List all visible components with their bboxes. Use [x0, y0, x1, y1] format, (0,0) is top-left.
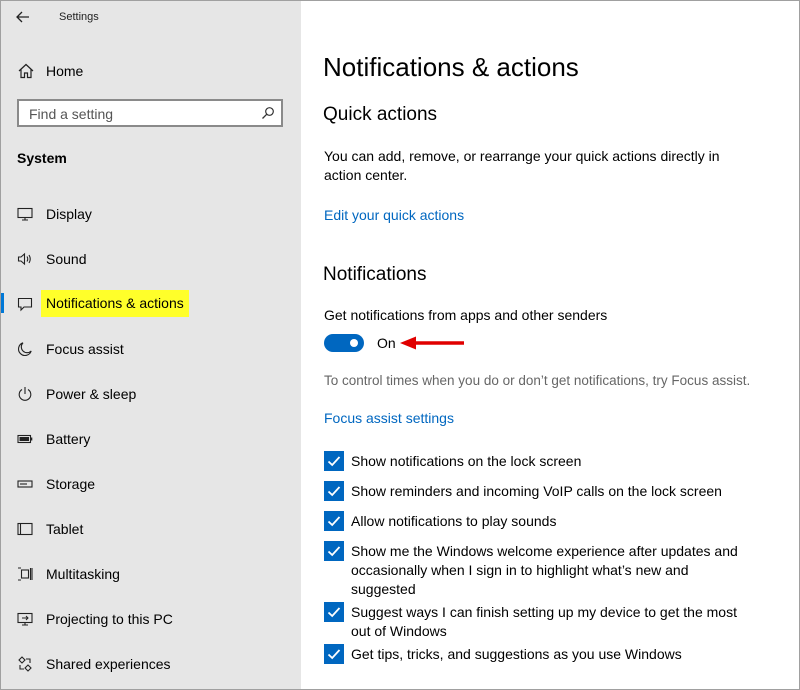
sidebar-item-sound[interactable]: Sound	[1, 241, 301, 275]
checkbox-label: Suggest ways I can finish setting up my …	[351, 604, 737, 639]
monitor-icon	[17, 207, 33, 221]
multitasking-icon	[18, 567, 33, 581]
shared-icon	[18, 656, 32, 672]
sidebar-item-projecting[interactable]: Projecting to this PC	[1, 601, 301, 635]
active-indicator	[1, 293, 4, 313]
toggle-knob	[350, 339, 358, 347]
sidebar-item-power-sleep[interactable]: Power & sleep	[1, 376, 301, 410]
sidebar-item-multitasking[interactable]: Multitasking	[1, 556, 301, 590]
search-box[interactable]	[17, 99, 283, 127]
checkbox-suggest-setup[interactable]	[324, 602, 344, 622]
toggle-state-label: On	[377, 335, 396, 351]
notifications-toggle[interactable]	[324, 334, 364, 352]
sidebar-item-focus-assist[interactable]: Focus assist	[1, 331, 301, 365]
checkbox-notification-sounds[interactable]	[324, 511, 344, 531]
checkmark-icon	[327, 486, 341, 497]
power-icon	[18, 387, 32, 401]
checkmark-icon	[327, 607, 341, 618]
search-input[interactable]	[27, 104, 256, 124]
section-title: System	[17, 150, 67, 166]
quick-actions-heading: Quick actions	[323, 104, 438, 125]
checkmark-icon	[327, 516, 341, 527]
quick-actions-description: You can add, remove, or rearrange your q…	[324, 148, 720, 183]
moon-icon	[17, 342, 32, 357]
sidebar-item-label: Battery	[46, 431, 91, 447]
storage-icon	[17, 480, 33, 488]
checkbox-welcome-experience[interactable]	[324, 541, 344, 561]
home-nav-item[interactable]: Home	[1, 56, 301, 86]
sidebar-item-tablet[interactable]: Tablet	[1, 511, 301, 545]
sidebar-item-label: Multitasking	[46, 566, 120, 582]
main-content: Notifications & actions Quick actions Yo…	[301, 1, 799, 689]
sidebar-item-display[interactable]: Display	[1, 196, 301, 230]
notifications-heading: Notifications	[323, 264, 427, 285]
sidebar-item-label: Notifications & actions	[41, 290, 189, 317]
checkbox-label: Show me the Windows welcome experience a…	[351, 543, 738, 597]
edit-quick-actions-link[interactable]: Edit your quick actions	[324, 207, 464, 223]
checkmark-icon	[327, 456, 341, 467]
sidebar-item-label: Tablet	[46, 521, 84, 537]
checkbox-tips-tricks[interactable]	[324, 644, 344, 664]
checkbox-label: Show reminders and incoming VoIP calls o…	[351, 483, 722, 499]
back-arrow-icon	[16, 11, 29, 23]
checkbox-label: Get tips, tricks, and suggestions as you…	[351, 646, 682, 662]
sidebar-item-label: Sound	[46, 251, 87, 267]
sidebar-item-label: Focus assist	[46, 341, 124, 357]
projector-icon	[17, 612, 33, 626]
search-icon[interactable]	[261, 106, 275, 120]
speaker-icon	[17, 252, 31, 266]
home-label: Home	[46, 63, 84, 79]
page-title: Notifications & actions	[323, 52, 579, 82]
notifications-toggle-caption: Get notifications from apps and other se…	[324, 307, 608, 323]
sidebar-item-label: Storage	[46, 476, 96, 492]
sidebar-item-label: Power & sleep	[46, 386, 137, 402]
checkbox-label: Show notifications on the lock screen	[351, 453, 582, 469]
window-title: Settings	[59, 11, 99, 23]
checkmark-icon	[327, 649, 341, 660]
sidebar-item-label: Projecting to this PC	[46, 611, 173, 627]
checkmark-icon	[327, 546, 341, 557]
annotation-arrow-icon	[400, 336, 464, 350]
home-icon	[18, 63, 34, 79]
notification-icon	[17, 297, 33, 312]
sidebar-item-label: Shared experiences	[46, 656, 171, 672]
tablet-icon	[17, 522, 33, 536]
focus-assist-settings-link[interactable]: Focus assist settings	[324, 410, 454, 426]
checkbox-lock-screen-notifications[interactable]	[324, 451, 344, 471]
settings-window: Settings Home System Display	[0, 0, 800, 690]
battery-icon	[17, 434, 33, 444]
title-bar: Settings	[1, 1, 301, 33]
sidebar-item-shared-experiences[interactable]: Shared experiences	[1, 646, 301, 680]
sidebar-item-notifications[interactable]: Notifications & actions	[1, 286, 301, 320]
sidebar-item-storage[interactable]: Storage	[1, 466, 301, 500]
sidebar-item-label: Display	[46, 206, 92, 222]
checkbox-label: Allow notifications to play sounds	[351, 513, 557, 529]
back-button[interactable]	[11, 6, 35, 28]
sidebar: Settings Home System Display	[1, 1, 301, 689]
sidebar-item-battery[interactable]: Battery	[1, 421, 301, 455]
focus-assist-hint: To control times when you do or don’t ge…	[324, 373, 751, 388]
checkbox-lock-screen-reminders[interactable]	[324, 481, 344, 501]
